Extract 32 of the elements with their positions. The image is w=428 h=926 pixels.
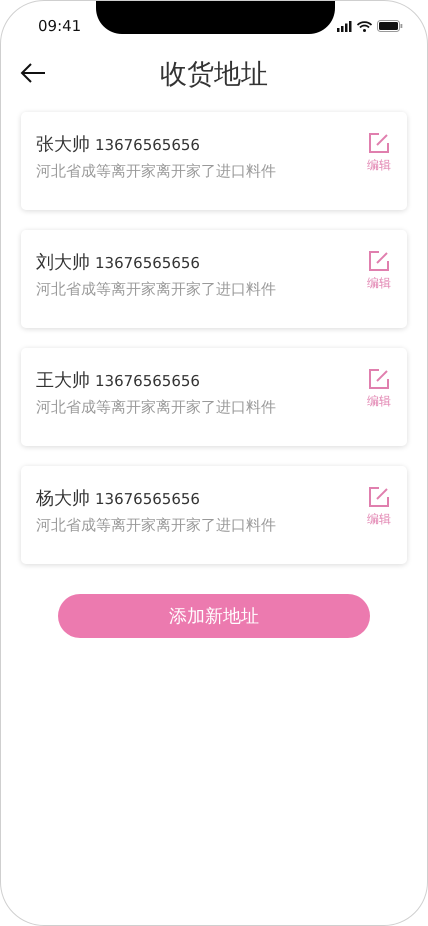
battery-icon <box>377 20 403 32</box>
phone-number: 13676565656 <box>95 372 200 390</box>
status-time: 09:41 <box>38 17 82 35</box>
address-text: 河北省成等离开家离开家了进口料件 <box>36 516 276 535</box>
edit-button[interactable]: 编辑 <box>367 369 391 415</box>
recipient-name: 杨大帅 <box>36 487 90 510</box>
address-card[interactable]: 杨大帅 13676565656 河北省成等离开家离开家了进口料件 编辑 <box>21 466 407 564</box>
address-text: 河北省成等离开家离开家了进口料件 <box>36 162 276 181</box>
edit-button[interactable]: 编辑 <box>367 251 391 297</box>
recipient-name: 张大帅 <box>36 133 90 156</box>
phone-number: 13676565656 <box>95 490 200 508</box>
recipient-name: 王大帅 <box>36 369 90 392</box>
signal-icon <box>337 20 352 32</box>
address-text: 河北省成等离开家离开家了进口料件 <box>36 280 276 299</box>
edit-button[interactable]: 编辑 <box>367 133 391 179</box>
recipient-name: 刘大帅 <box>36 251 90 274</box>
address-card[interactable]: 王大帅 13676565656 河北省成等离开家离开家了进口料件 编辑 <box>21 348 407 446</box>
phone-number: 13676565656 <box>95 136 200 154</box>
address-text: 河北省成等离开家离开家了进口料件 <box>36 398 276 417</box>
wifi-icon <box>357 20 372 32</box>
page-title: 收货地址 <box>160 58 268 92</box>
address-card[interactable]: 张大帅 13676565656 河北省成等离开家离开家了进口料件 编辑 <box>21 112 407 210</box>
back-button[interactable] <box>19 61 47 85</box>
edit-button[interactable]: 编辑 <box>367 487 391 533</box>
address-card[interactable]: 刘大帅 13676565656 河北省成等离开家离开家了进口料件 编辑 <box>21 230 407 328</box>
phone-number: 13676565656 <box>95 254 200 272</box>
edit-icon <box>369 133 389 153</box>
back-arrow-icon <box>20 63 46 83</box>
edit-icon <box>369 487 389 507</box>
edit-icon <box>369 369 389 389</box>
add-address-button[interactable]: 添加新地址 <box>58 594 370 638</box>
edit-icon <box>369 251 389 271</box>
